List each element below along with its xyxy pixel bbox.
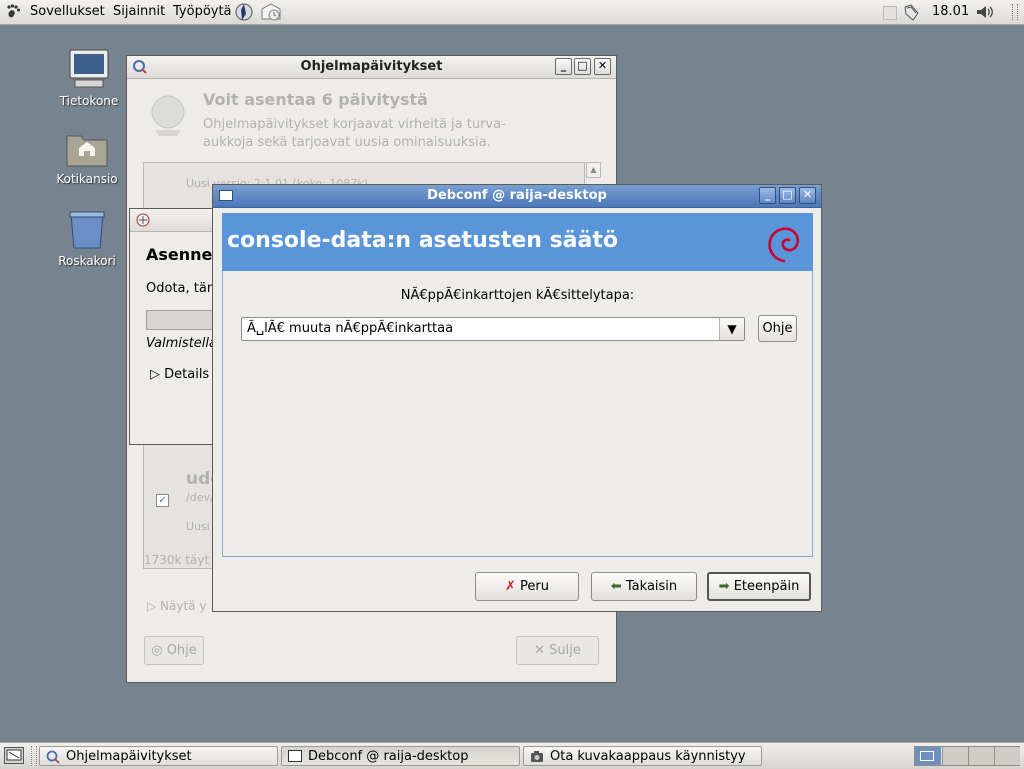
update-description: Ohjelmapäivitykset korjaavat virheitä ja…	[203, 117, 506, 150]
question-help-button[interactable]: Ohje	[758, 315, 797, 342]
trash-icon	[65, 210, 109, 250]
menu-desktop[interactable]: Työpöytä	[173, 4, 232, 19]
update-manager-icon	[46, 750, 60, 764]
list-item-checkbox[interactable]: ✓	[156, 494, 169, 507]
help-button[interactable]: ◎ Ohje	[144, 636, 204, 665]
debconf-window: Debconf @ raija-desktop _ □ ✕ console-da…	[212, 184, 822, 612]
cancel-button-label: Peru	[520, 579, 549, 594]
show-details-label: Näytä y	[160, 599, 207, 613]
gnome-foot-icon[interactable]	[6, 4, 22, 20]
desktop-icon-trash[interactable]: Roskakori	[47, 210, 127, 268]
install-details-label: Details	[164, 367, 210, 382]
install-window-icon[interactable]	[135, 212, 151, 228]
desktop-icon-label: Kotikansio	[56, 172, 118, 186]
help-button-label: Ohje	[166, 643, 197, 658]
update-manager-title: Ohjelmapäivitykset	[300, 59, 443, 74]
cancel-icon: ✗	[504, 579, 516, 594]
camera-icon	[530, 750, 544, 762]
desktop-icon-home[interactable]: Kotikansio	[47, 130, 127, 186]
forward-button[interactable]: ➡ Eteenpäin	[707, 572, 811, 601]
debconf-banner-title: console-data:n asetusten säätö	[227, 228, 619, 253]
combobox-value: Ã␣lÃ€ muuta nÃ€ppÃ€inkarttaa	[247, 321, 454, 336]
forward-arrow-icon: ➡	[718, 579, 730, 594]
web-browser-icon[interactable]	[234, 2, 254, 22]
maximize-button[interactable]: □	[574, 58, 591, 75]
scroll-up-button[interactable]: ▲	[586, 162, 601, 178]
close-icon: ✕	[534, 643, 546, 658]
notification-area-icon	[883, 6, 897, 20]
panel-handle-icon[interactable]	[31, 746, 37, 766]
top-panel: Sovellukset Sijainnit Työpöytä 18.01	[0, 0, 1024, 25]
debconf-content-area: NÃ€ppÃ€inkarttojen kÃ€sittelytapa: Ã␣lÃ€…	[222, 271, 813, 557]
maximize-button[interactable]: □	[779, 187, 796, 204]
mail-client-icon[interactable]	[260, 3, 282, 22]
help-icon: ◎	[151, 643, 163, 658]
debconf-window-icon[interactable]	[219, 190, 233, 201]
update-heading: Voit asentaa 6 päivitystä	[203, 90, 428, 109]
back-button[interactable]: ⬅ Takaisin	[591, 572, 697, 601]
install-heading: Asenne	[146, 245, 213, 264]
workspace-1[interactable]	[915, 747, 941, 765]
taskbar-item-label: Debconf @ raija-desktop	[308, 749, 469, 764]
minimize-button[interactable]: _	[759, 187, 776, 204]
workspace-switcher[interactable]	[914, 746, 1020, 766]
debconf-banner: console-data:n asetusten säätö	[222, 213, 813, 271]
window-icon	[288, 750, 302, 762]
close-button[interactable]: ✕	[799, 187, 816, 204]
close-button-label: Sulje	[549, 643, 581, 658]
workspace-3[interactable]	[968, 747, 994, 765]
computer-icon	[67, 48, 111, 90]
install-details-expander[interactable]: ▷ Details	[150, 367, 209, 382]
bottom-panel: Ohjelmapäivitykset Debconf @ raija-deskt…	[0, 742, 1024, 769]
menu-places[interactable]: Sijainnit	[113, 4, 165, 19]
list-item-path: /dev/	[186, 491, 214, 504]
keymap-policy-combobox[interactable]: Ã␣lÃ€ muuta nÃ€ppÃ€inkarttaa ▼	[241, 317, 745, 341]
minimize-button[interactable]: _	[555, 58, 572, 75]
chevron-down-icon[interactable]: ▼	[719, 318, 744, 340]
taskbar-item-debconf[interactable]: Debconf @ raija-desktop	[281, 746, 520, 766]
update-manager-titlebar[interactable]: Ohjelmapäivitykset _ □ ✕	[127, 56, 616, 79]
debian-logo-icon	[762, 221, 802, 265]
update-manager-window-icon[interactable]	[132, 59, 148, 75]
update-notifier-icon[interactable]	[902, 2, 922, 22]
debconf-question-label: NÃ€ppÃ€inkarttojen kÃ€sittelytapa:	[400, 288, 635, 303]
taskbar-item-label: Ota kuvakaappaus käynnistyy	[550, 749, 746, 764]
close-window-button[interactable]: ✕ Sulje	[516, 636, 599, 665]
clock[interactable]: 18.01	[932, 4, 969, 19]
desktop-icon-label: Roskakori	[58, 254, 116, 268]
back-button-label: Takaisin	[625, 579, 678, 594]
show-desktop-icon[interactable]	[4, 747, 24, 764]
question-help-label: Ohje	[762, 321, 793, 336]
taskbar-item-label: Ohjelmapäivitykset	[66, 749, 192, 764]
workspace-2[interactable]	[942, 747, 968, 765]
download-size-text: 1730k täyt	[144, 553, 210, 567]
show-details-expander[interactable]: ▷ Näytä y	[147, 599, 206, 613]
list-item-new-version: Uusi	[186, 520, 210, 533]
taskbar-item-updates[interactable]: Ohjelmapäivitykset	[39, 746, 278, 766]
workspace-4[interactable]	[994, 747, 1020, 765]
update-globe-icon	[143, 92, 193, 140]
desktop-icon-label: Tietokone	[59, 94, 119, 108]
panel-handle-icon[interactable]	[1012, 4, 1018, 20]
cancel-button[interactable]: ✗ Peru	[475, 572, 579, 601]
back-arrow-icon: ⬅	[610, 579, 622, 594]
install-status-text: Valmistella	[146, 336, 217, 351]
forward-button-label: Eteenpäin	[733, 579, 800, 594]
menu-applications[interactable]: Sovellukset	[30, 4, 105, 19]
close-button[interactable]: ✕	[594, 58, 611, 75]
volume-icon[interactable]	[975, 4, 995, 20]
home-folder-icon	[65, 130, 109, 168]
install-wait-text: Odota, tän	[146, 281, 216, 296]
debconf-title: Debconf @ raija-desktop	[427, 188, 607, 203]
debconf-titlebar[interactable]: Debconf @ raija-desktop _ □ ✕	[213, 185, 821, 208]
desktop-icon-computer[interactable]: Tietokone	[49, 48, 129, 108]
taskbar-item-screenshot[interactable]: Ota kuvakaappaus käynnistyy	[523, 746, 762, 766]
